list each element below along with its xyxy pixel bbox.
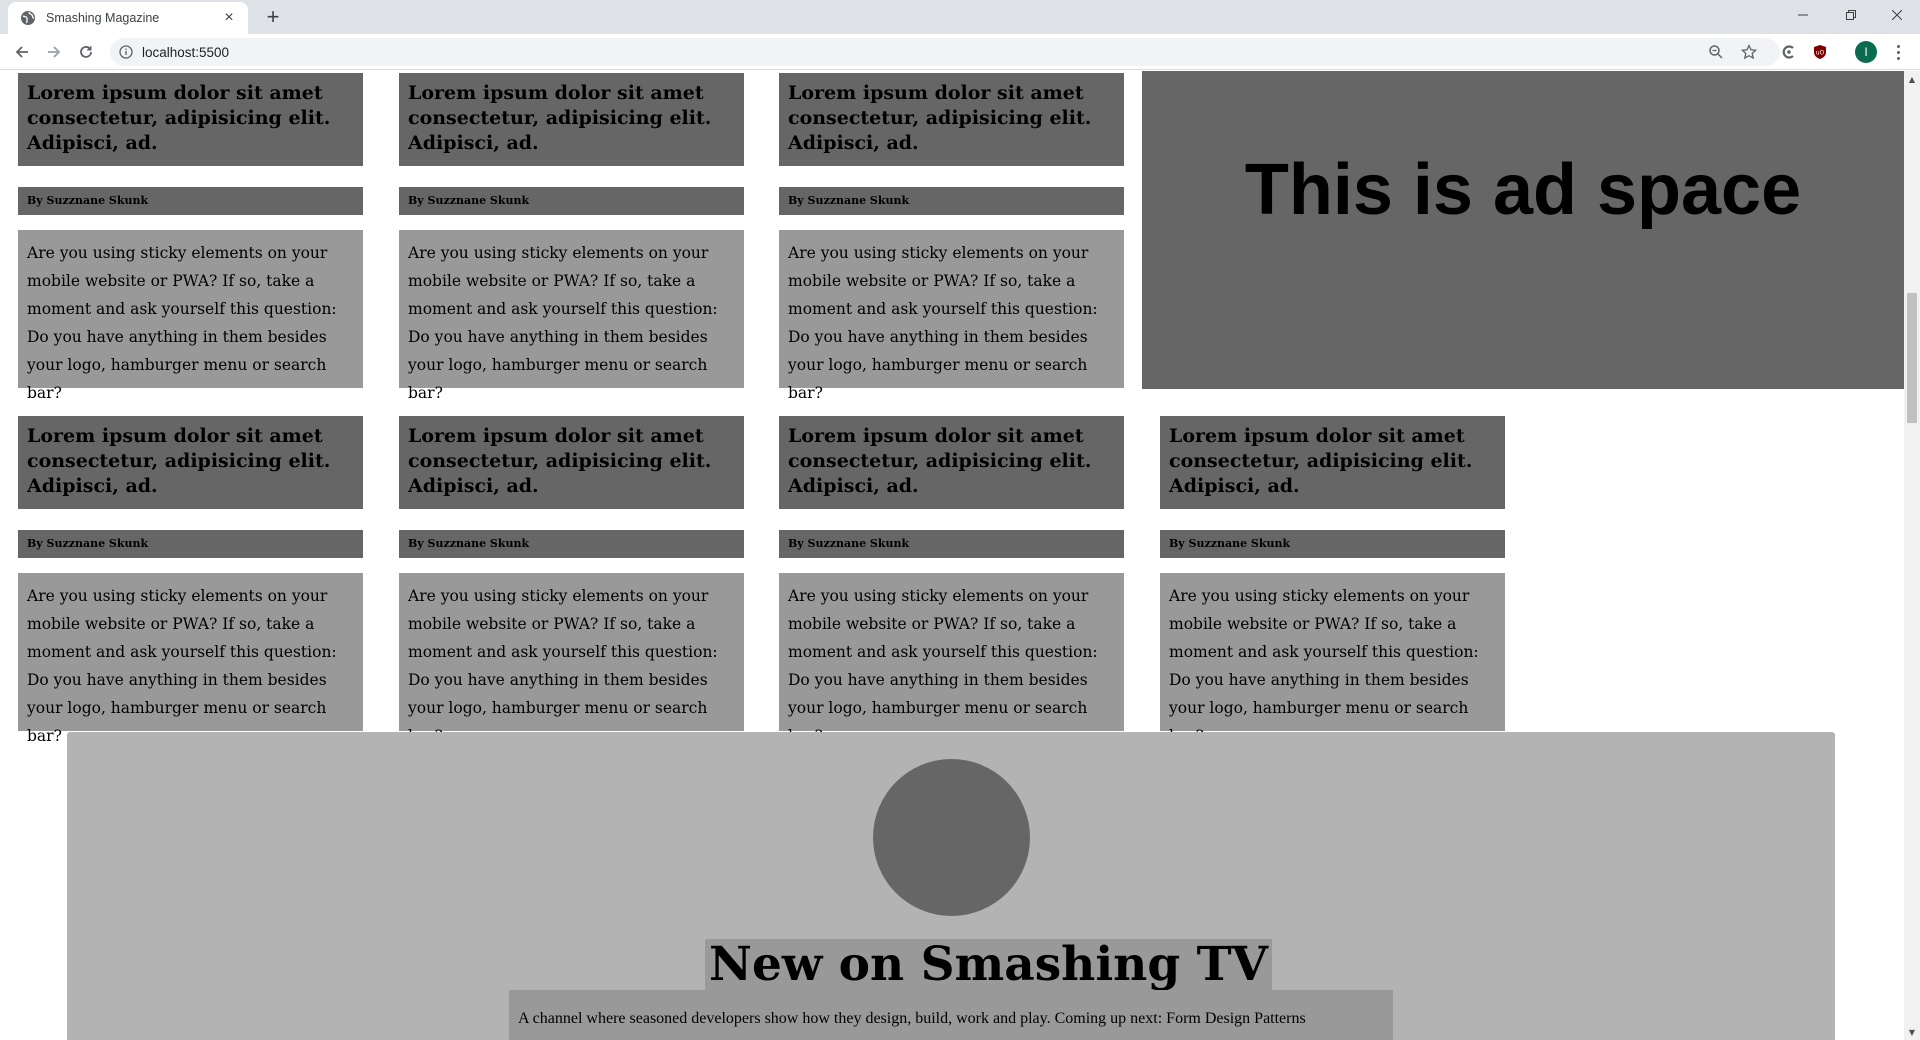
article-byline: By Suzznane Skunk bbox=[1160, 530, 1505, 558]
globe-icon bbox=[20, 10, 36, 26]
extension-icon[interactable] bbox=[1779, 42, 1799, 62]
back-arrow-icon[interactable] bbox=[8, 38, 36, 66]
article-byline: By Suzznane Skunk bbox=[399, 530, 744, 558]
article-excerpt: Are you using sticky elements on your mo… bbox=[1160, 573, 1505, 745]
url-text[interactable]: localhost:5500 bbox=[142, 45, 229, 60]
article-excerpt: Are you using sticky elements on your mo… bbox=[18, 230, 363, 402]
article-byline: By Suzznane Skunk bbox=[779, 530, 1124, 558]
tab-close-icon[interactable]: × bbox=[220, 9, 238, 27]
article-excerpt: Are you using sticky elements on your mo… bbox=[779, 230, 1124, 402]
profile-avatar[interactable]: I bbox=[1855, 41, 1877, 63]
browser-tab[interactable]: Smashing Magazine × bbox=[8, 2, 248, 34]
ad-space[interactable]: This is ad space bbox=[1142, 71, 1904, 389]
article-excerpt: Are you using sticky elements on your mo… bbox=[18, 573, 363, 745]
article-title[interactable]: Lorem ipsum dolor sit amet consectetur, … bbox=[18, 416, 363, 509]
ublock-shield-icon[interactable]: uO bbox=[1810, 42, 1830, 62]
scroll-up-arrow-icon[interactable]: ▲ bbox=[1904, 71, 1920, 87]
article-excerpt: Are you using sticky elements on your mo… bbox=[399, 573, 744, 745]
page-scrollbar[interactable]: ▲ ▼ bbox=[1904, 71, 1920, 1040]
article-byline: By Suzznane Skunk bbox=[18, 187, 363, 215]
forward-arrow-icon[interactable] bbox=[40, 38, 68, 66]
tv-title: New on Smashing TV bbox=[705, 939, 1273, 991]
tv-description: A channel where seasoned developers show… bbox=[509, 990, 1393, 1040]
address-bar[interactable]: localhost:5500 bbox=[110, 38, 1780, 66]
tv-avatar-placeholder bbox=[873, 759, 1030, 916]
article-title[interactable]: Lorem ipsum dolor sit amet consectetur, … bbox=[399, 73, 744, 166]
bookmark-star-icon[interactable] bbox=[1735, 38, 1763, 66]
article-excerpt: Are you using sticky elements on your mo… bbox=[399, 230, 744, 402]
ad-text: This is ad space bbox=[1244, 150, 1802, 230]
scroll-down-arrow-icon[interactable]: ▼ bbox=[1904, 1024, 1920, 1040]
scrollbar-thumb[interactable] bbox=[1907, 293, 1917, 423]
restore-button[interactable] bbox=[1828, 0, 1874, 30]
article-title[interactable]: Lorem ipsum dolor sit amet consectetur, … bbox=[18, 73, 363, 166]
article-byline: By Suzznane Skunk bbox=[18, 530, 363, 558]
reload-icon[interactable] bbox=[72, 38, 100, 66]
smashing-tv-section: New on Smashing TV A channel where seaso… bbox=[67, 732, 1835, 1040]
minimize-button[interactable] bbox=[1780, 0, 1826, 30]
article-byline: By Suzznane Skunk bbox=[399, 187, 744, 215]
browser-toolbar: localhost:5500 uO bbox=[0, 34, 1920, 70]
article-title[interactable]: Lorem ipsum dolor sit amet consectetur, … bbox=[399, 416, 744, 509]
tab-title: Smashing Magazine bbox=[46, 11, 160, 25]
page-content: Lorem ipsum dolor sit amet consectetur, … bbox=[0, 71, 1904, 1040]
article-title[interactable]: Lorem ipsum dolor sit amet consectetur, … bbox=[779, 416, 1124, 509]
article-title[interactable]: Lorem ipsum dolor sit amet consectetur, … bbox=[1160, 416, 1505, 509]
svg-text:uO: uO bbox=[1816, 50, 1825, 57]
article-byline: By Suzznane Skunk bbox=[779, 187, 1124, 215]
article-excerpt: Are you using sticky elements on your mo… bbox=[779, 573, 1124, 745]
article-title[interactable]: Lorem ipsum dolor sit amet consectetur, … bbox=[779, 73, 1124, 166]
browser-menu-icon[interactable] bbox=[1884, 38, 1912, 66]
info-icon[interactable] bbox=[118, 44, 134, 60]
new-tab-button[interactable]: + bbox=[260, 5, 286, 31]
close-window-button[interactable] bbox=[1874, 0, 1920, 30]
tab-strip: Smashing Magazine × + bbox=[0, 0, 1920, 34]
zoom-icon[interactable] bbox=[1702, 38, 1730, 66]
